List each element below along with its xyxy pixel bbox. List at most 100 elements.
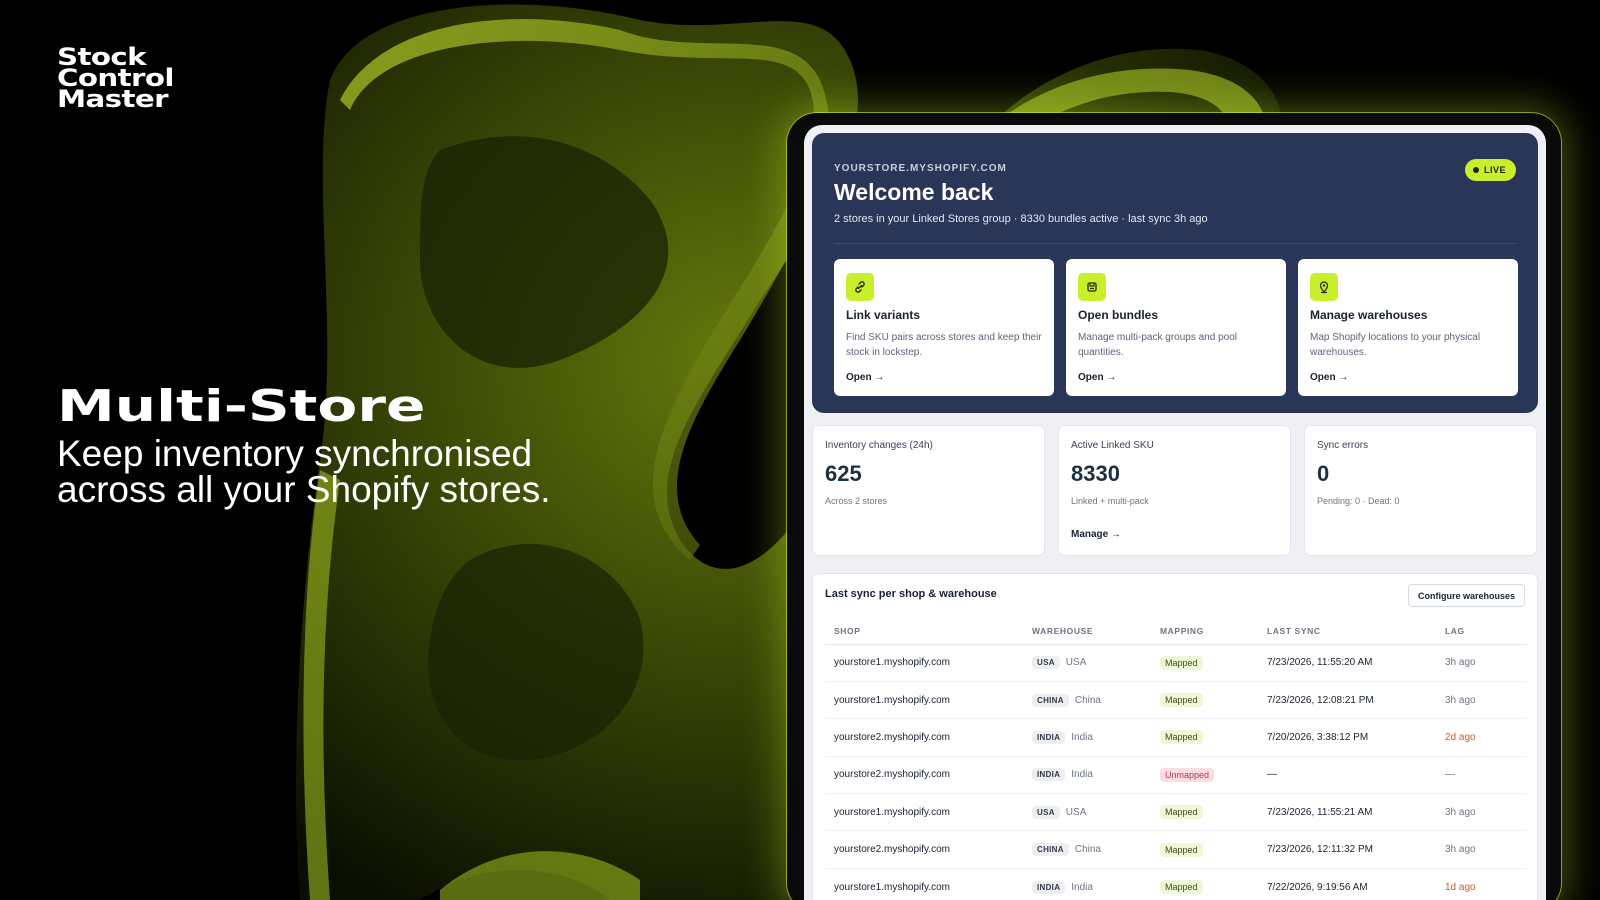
last-sync-cell: 7/23/2026, 12:08:21 PM: [1258, 681, 1436, 720]
link-icon: [846, 273, 874, 301]
warehouse-code-badge: INDIA: [1032, 768, 1066, 782]
warehouse-cell: USA USA: [1023, 644, 1151, 682]
brand-line-3: Master: [57, 85, 169, 113]
action-description: Map Shopify locations to your physical w…: [1310, 332, 1481, 358]
app-screen: YOURSTORE.MYSHOPIFY.COM LIVE Welcome bac…: [804, 125, 1546, 900]
mapping-cell: Mapped: [1151, 681, 1258, 720]
live-label: LIVE: [1483, 165, 1506, 175]
lag-cell: 3h ago: [1436, 830, 1527, 869]
action-card-open-bundles[interactable]: Open bundles Manage multi-pack groups an…: [1066, 259, 1286, 396]
warehouse-name: USA: [1065, 806, 1087, 818]
manage-link[interactable]: Manage →: [1071, 529, 1121, 540]
mapping-cell: Mapped: [1151, 718, 1258, 757]
action-card-link-variants[interactable]: Link variants Find SKU pairs across stor…: [834, 259, 1054, 396]
hero-subtitle: Keep inventory synchronised across all y…: [57, 433, 551, 510]
location-pin-icon: [1310, 273, 1338, 301]
shop-cell: yourstore1.myshopify.com: [825, 681, 1023, 720]
mapping-status-badge: Mapped: [1160, 730, 1203, 745]
table-row[interactable]: yourstore1.myshopify.com CHINA China Mapped…: [825, 681, 1527, 720]
stat-note: Across 2 stores: [825, 496, 888, 506]
table-row[interactable]: yourstore2.myshopify.com CHINA China Mapped…: [825, 830, 1527, 869]
warehouse-code-badge: USA: [1032, 656, 1060, 670]
hero-title: Multi-Store: [57, 381, 426, 432]
lag-cell: 2d ago: [1436, 718, 1527, 757]
mapping-status-badge: Mapped: [1160, 842, 1203, 857]
column-header-shop: SHOP: [825, 618, 1023, 645]
warehouse-cell: CHINA China: [1023, 681, 1151, 720]
action-title: Open bundles: [1078, 308, 1159, 322]
stat-card-inventory-changes: Inventory changes (24h) 625 Across 2 sto…: [812, 425, 1045, 556]
column-header-lag: LAG: [1436, 618, 1527, 645]
last-sync-cell: 7/20/2026, 3:38:12 PM: [1258, 718, 1436, 757]
stat-label: Inventory changes (24h): [825, 440, 933, 451]
stat-value: 0: [1317, 461, 1330, 486]
action-title: Link variants: [846, 308, 921, 322]
welcome-panel: YOURSTORE.MYSHOPIFY.COM LIVE Welcome bac…: [812, 133, 1538, 413]
welcome-title: Welcome back: [834, 179, 994, 205]
mapping-status-badge: Mapped: [1160, 655, 1203, 670]
warehouse-name: China: [1074, 694, 1101, 706]
table-row[interactable]: yourstore2.myshopify.com INDIA India Unmapp…: [825, 756, 1527, 795]
warehouse-cell: INDIA India: [1023, 756, 1151, 795]
shop-cell: yourstore2.myshopify.com: [825, 830, 1023, 869]
bundle-icon: [1078, 273, 1106, 301]
lag-cell: 1d ago: [1436, 868, 1527, 900]
last-sync-cell: 7/22/2026, 9:19:56 AM: [1258, 868, 1436, 900]
warehouse-cell: INDIA India: [1023, 718, 1151, 757]
table-header-row: SHOP WAREHOUSE MAPPING LAST SYNC LAG: [825, 618, 1527, 645]
stat-label: Sync errors: [1317, 440, 1369, 451]
warehouse-code-badge: USA: [1032, 805, 1060, 819]
store-domain: YOURSTORE.MYSHOPIFY.COM: [834, 163, 1007, 174]
stat-note: Pending: 0 · Dead: 0: [1317, 496, 1400, 506]
stat-value: 625: [825, 461, 862, 486]
action-description: Find SKU pairs across stores and keep th…: [846, 332, 1042, 358]
stat-card-sync-errors: Sync errors 0 Pending: 0 · Dead: 0: [1304, 425, 1537, 556]
table-row[interactable]: yourstore1.myshopify.com INDIA India Mapped…: [825, 868, 1527, 900]
action-open-link[interactable]: Open →: [1310, 372, 1348, 383]
table-row[interactable]: yourstore2.myshopify.com INDIA India Mapped…: [825, 718, 1527, 757]
mapping-cell: Unmapped: [1151, 756, 1258, 795]
shop-cell: yourstore2.myshopify.com: [825, 756, 1023, 795]
column-header-mapping: MAPPING: [1151, 618, 1258, 645]
action-card-manage-warehouses[interactable]: Manage warehouses Map Shopify locations …: [1298, 259, 1518, 396]
shop-cell: yourstore1.myshopify.com: [825, 793, 1023, 832]
table-row[interactable]: yourstore1.myshopify.com USA USA Mapped 7/23…: [825, 644, 1527, 682]
welcome-summary: 2 stores in your Linked Stores group · 8…: [834, 213, 1208, 225]
lag-cell: 3h ago: [1436, 793, 1527, 832]
quick-actions: Link variants Find SKU pairs across stor…: [834, 259, 1518, 396]
stat-value: 8330: [1071, 461, 1120, 486]
mapping-status-badge: Mapped: [1160, 880, 1203, 895]
stat-label: Active Linked SKU: [1071, 440, 1154, 451]
column-header-warehouse: WAREHOUSE: [1023, 618, 1151, 645]
configure-warehouses-button[interactable]: Configure warehouses: [1407, 584, 1525, 607]
warehouse-name: India: [1071, 881, 1093, 893]
live-dot-icon: [1472, 167, 1479, 173]
warehouse-name: China: [1074, 844, 1101, 856]
mapping-cell: Mapped: [1151, 868, 1258, 900]
shop-cell: yourstore1.myshopify.com: [825, 868, 1023, 900]
sync-table: SHOP WAREHOUSE MAPPING LAST SYNC LAG you…: [825, 618, 1527, 900]
shop-cell: yourstore2.myshopify.com: [825, 718, 1023, 757]
table-row[interactable]: yourstore1.myshopify.com USA USA Mapped 7/23…: [825, 793, 1527, 832]
action-description: Manage multi-pack groups and pool quanti…: [1078, 332, 1237, 358]
last-sync-cell: 7/23/2026, 11:55:20 AM: [1258, 644, 1436, 682]
stats-row: Inventory changes (24h) 625 Across 2 sto…: [812, 425, 1537, 556]
last-sync-cell: 7/23/2026, 11:55:21 AM: [1258, 793, 1436, 832]
lag-cell: 3h ago: [1436, 644, 1527, 682]
warehouse-code-badge: CHINA: [1032, 693, 1069, 707]
warehouse-cell: INDIA India: [1023, 868, 1151, 900]
table-title: Last sync per shop & warehouse: [825, 588, 997, 600]
stat-card-active-linked-sku: Active Linked SKU 8330 Linked + multi-pa…: [1058, 425, 1291, 556]
warehouse-cell: CHINA China: [1023, 830, 1151, 869]
warehouse-name: USA: [1065, 657, 1087, 669]
warehouse-cell: USA USA: [1023, 793, 1151, 832]
action-open-link[interactable]: Open →: [1078, 372, 1116, 383]
mapping-status-badge: Unmapped: [1160, 767, 1215, 782]
stat-note: Linked + multi-pack: [1071, 496, 1149, 506]
warehouse-name: India: [1071, 769, 1093, 781]
brand-logo: Stock Control Master: [57, 45, 174, 113]
action-title: Manage warehouses: [1310, 308, 1428, 322]
action-open-link[interactable]: Open →: [846, 372, 884, 383]
mapping-status-badge: Mapped: [1160, 693, 1203, 708]
warehouse-name: India: [1071, 731, 1093, 743]
